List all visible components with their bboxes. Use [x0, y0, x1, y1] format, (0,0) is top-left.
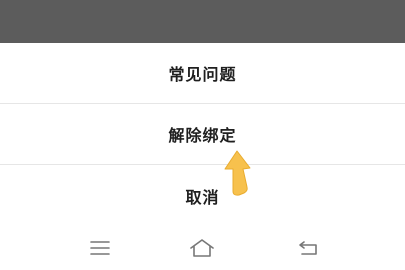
faq-label: 常见问题 — [168, 65, 237, 84]
unbind-menu-item[interactable]: 解除绑定 — [0, 104, 405, 164]
menu-icon — [90, 241, 110, 255]
back-icon — [299, 241, 317, 255]
home-button[interactable] — [187, 235, 217, 261]
action-sheet: 常见问题 解除绑定 取消 — [0, 43, 405, 227]
back-button[interactable] — [293, 235, 323, 261]
dim-overlay[interactable] — [0, 0, 405, 43]
unbind-label: 解除绑定 — [168, 126, 237, 145]
cancel-label: 取消 — [185, 188, 220, 207]
cancel-button[interactable]: 取消 — [0, 165, 405, 227]
home-icon — [190, 239, 214, 257]
faq-menu-item[interactable]: 常见问题 — [0, 43, 405, 103]
menu-button[interactable] — [85, 235, 115, 261]
system-nav-bar — [0, 227, 405, 270]
